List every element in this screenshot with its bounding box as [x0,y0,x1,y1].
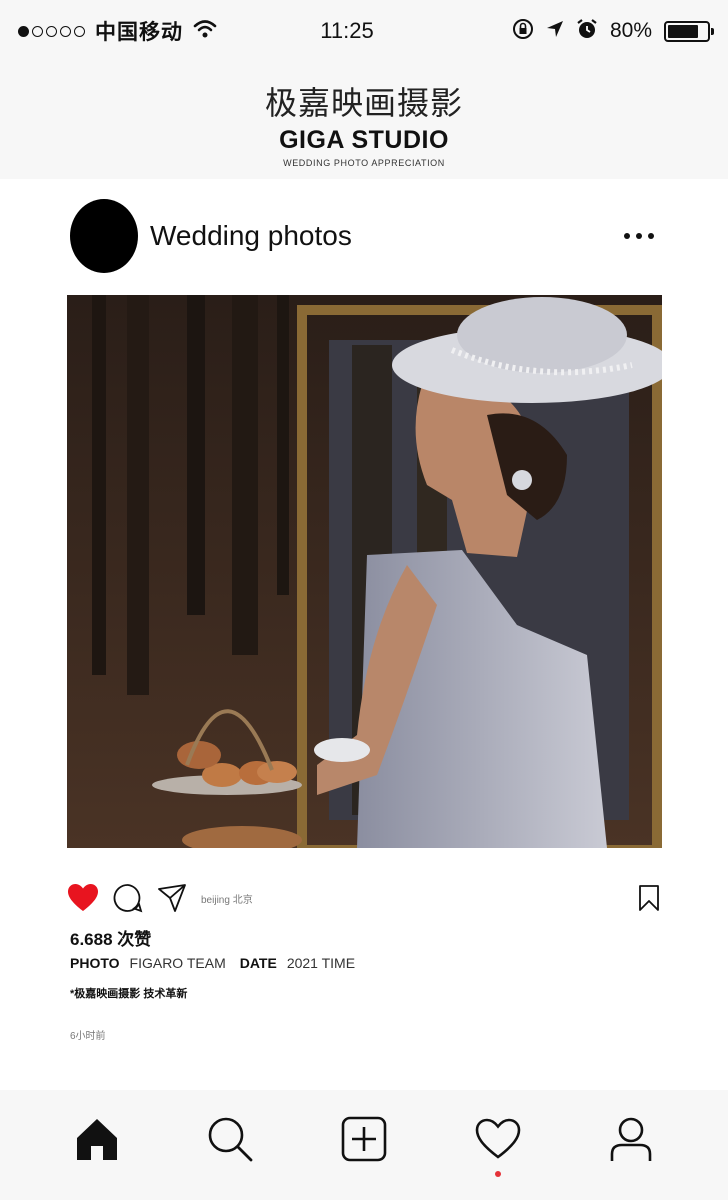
carrier-name: 中国移动 [95,21,183,44]
post-header: Wedding photos [70,198,662,274]
search-icon [207,1116,253,1167]
brand-title-cn: 极嘉映画摄影 [264,84,463,122]
likes-count[interactable]: 6.688 次赞 [70,925,151,950]
post-title[interactable]: Wedding photos [150,220,624,252]
add-icon [341,1116,387,1167]
bookmark-icon[interactable] [638,884,660,912]
wifi-icon [193,19,217,44]
post-photo[interactable] [67,295,662,848]
brand-title-en: GIGA STUDIO [279,126,449,154]
caption-tagline: *极嘉映画摄影 技术革新 [70,988,188,1000]
location-arrow-icon [546,20,564,43]
avatar[interactable] [70,199,138,273]
signal-strength-icon [18,25,85,37]
status-bar: 中国移动 11:25 80% [0,0,728,62]
tab-profile[interactable] [601,1111,661,1171]
heart-filled-icon[interactable] [67,883,99,913]
photo-label: PHOTO [70,955,120,971]
alarm-icon [576,18,598,45]
status-time: 11:25 [320,18,374,43]
send-icon[interactable] [157,883,187,913]
post-actions: beijing 北京 [67,878,662,918]
post-time-ago: 6小时前 [70,1031,106,1042]
brand-header: 极嘉映画摄影 GIGA STUDIO WEDDING PHOTO APPRECI… [0,62,728,179]
date-label: DATE [239,955,277,971]
post-meta: PHOTO FIGARO TEAM DATE 2021 TIME [70,955,359,971]
more-options-icon[interactable] [624,233,654,239]
date-value: 2021 TIME [286,955,356,971]
tab-add[interactable] [334,1111,394,1171]
battery-percent: 80% [609,19,652,42]
bottom-tab-bar [0,1090,728,1200]
heart-icon [475,1118,521,1165]
battery-icon [664,20,714,42]
comment-icon[interactable] [113,883,143,913]
tab-activity[interactable] [468,1111,528,1177]
tab-home[interactable] [67,1111,127,1171]
tab-search[interactable] [200,1111,260,1171]
notification-dot [494,1171,501,1177]
photo-value: FIGARO TEAM [129,955,226,971]
home-icon [74,1116,120,1167]
profile-icon [608,1116,654,1167]
location-label[interactable]: beijing 北京 [201,891,253,906]
brand-subtitle: WEDDING PHOTO APPRECIATION [283,158,445,168]
rotation-lock-icon [512,18,534,45]
